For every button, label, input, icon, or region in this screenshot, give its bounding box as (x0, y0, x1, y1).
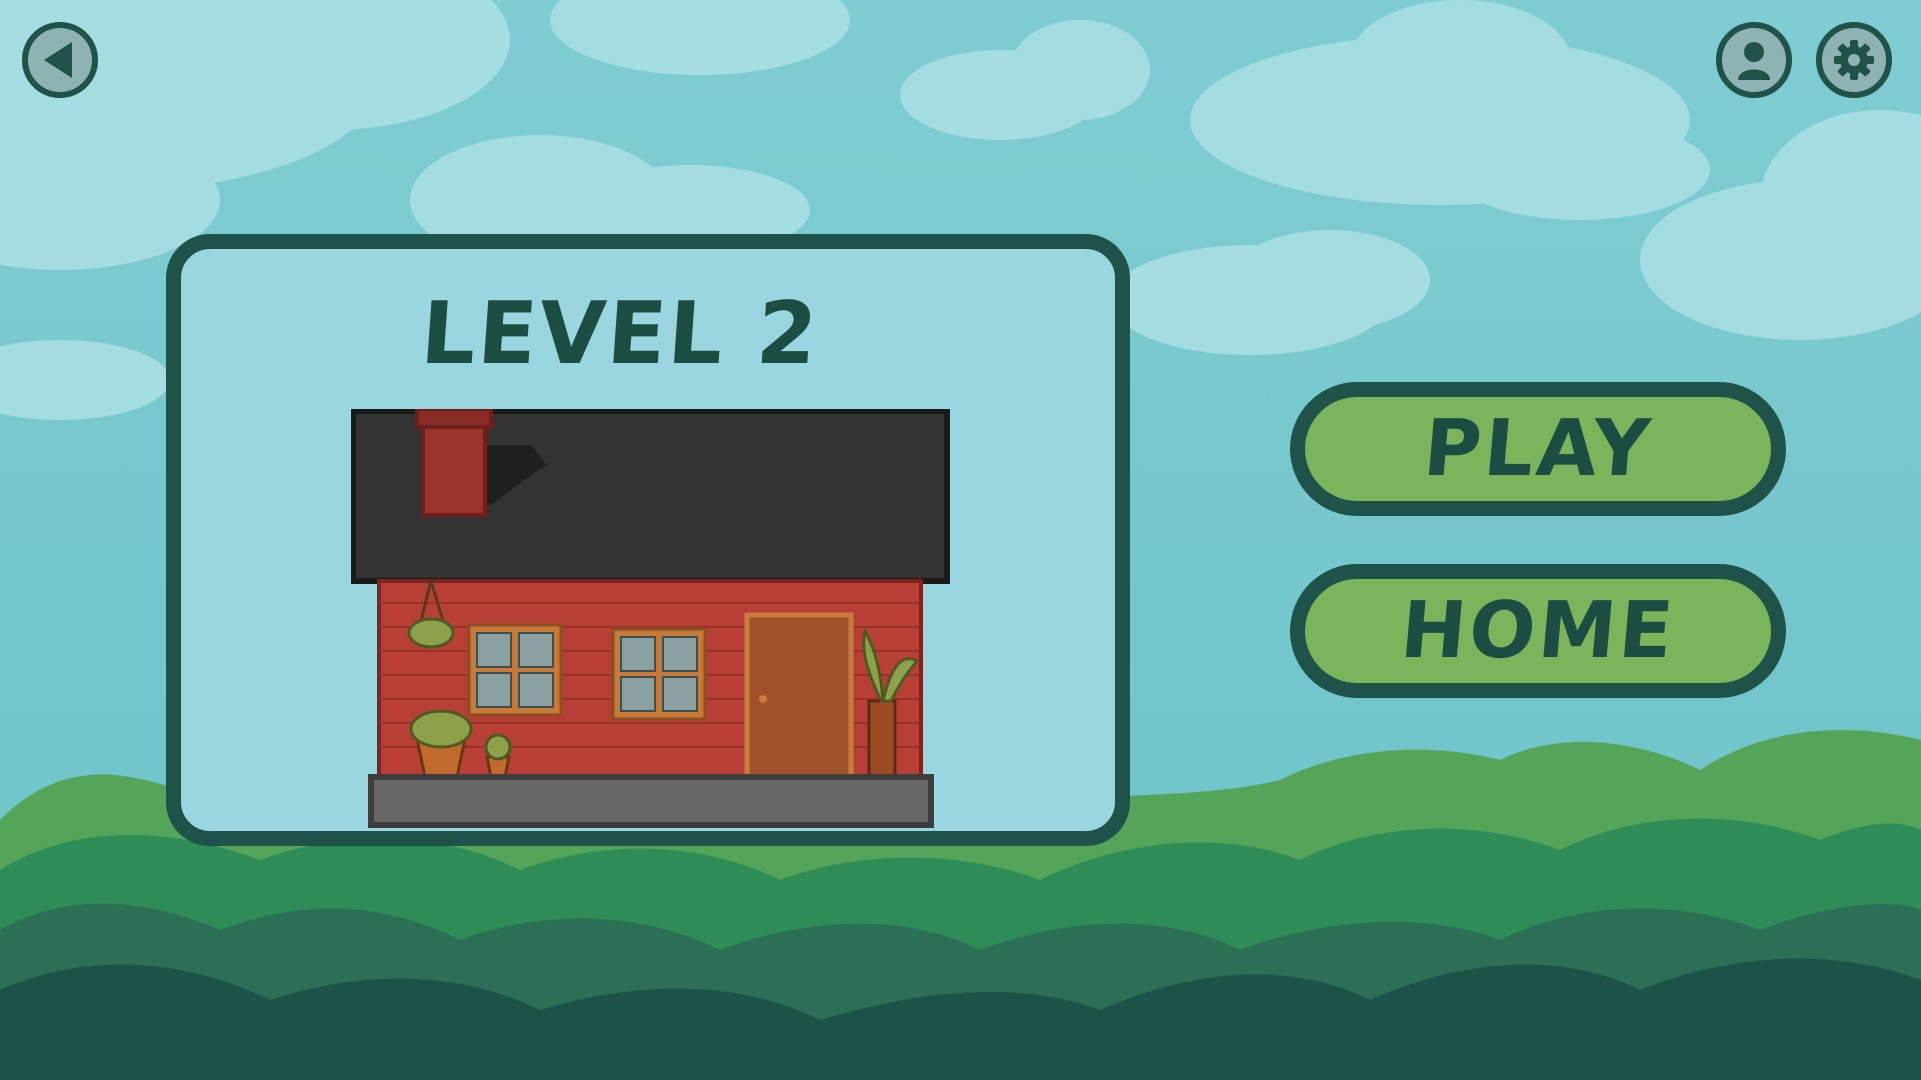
back-button[interactable] (22, 22, 98, 98)
window-left (467, 623, 563, 717)
hanging-plant (407, 617, 455, 649)
play-button-label: PLAY (1419, 404, 1657, 494)
level-title: LEVEL 2 (417, 284, 823, 384)
home-button[interactable]: HOME (1290, 564, 1786, 698)
profile-button[interactable] (1716, 22, 1792, 98)
back-arrow-icon (44, 42, 72, 78)
home-button-label: HOME (1396, 586, 1680, 676)
window-right (611, 627, 707, 721)
profile-icon (1738, 42, 1770, 80)
settings-button[interactable] (1816, 22, 1892, 98)
gear-icon (1834, 40, 1874, 80)
house-illustration (351, 409, 950, 828)
small-potted-plant (484, 733, 512, 779)
level-preview-panel: LEVEL 2 (166, 234, 1130, 846)
play-button[interactable]: PLAY (1290, 382, 1786, 516)
house-foundation (368, 774, 934, 828)
